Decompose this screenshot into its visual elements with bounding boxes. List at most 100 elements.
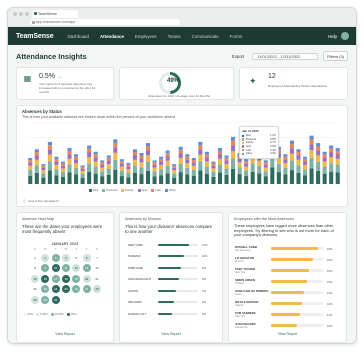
calendar-day[interactable]: 25 (61, 285, 70, 293)
chart-bar-segment[interactable] (113, 147, 118, 153)
chart-bar-segment[interactable] (185, 167, 190, 175)
division-row[interactable]: SAN FRANCISCO 8% (128, 274, 216, 286)
chart-bar-segment[interactable] (145, 143, 151, 147)
calendar-day[interactable]: 14 (93, 264, 101, 272)
chart-bar-segment[interactable] (283, 159, 288, 164)
chart-bar-segment[interactable] (224, 168, 229, 175)
chart-bar-segment[interactable] (204, 157, 209, 162)
chart-bar-segment[interactable] (302, 169, 308, 176)
chart-bar-segment[interactable] (74, 174, 79, 184)
chart-bar-segment[interactable] (47, 145, 52, 150)
chart-bar-segment[interactable] (74, 154, 79, 157)
chart-bar-segment[interactable] (191, 160, 196, 163)
chart-bar-segment[interactable] (145, 155, 151, 162)
chart-bar-segment[interactable] (87, 157, 92, 164)
chart-bar-segment[interactable] (54, 175, 59, 184)
chart-bar-segment[interactable] (185, 163, 190, 168)
chart-bar-segment[interactable] (224, 174, 229, 184)
chart-bar-segment[interactable] (126, 172, 131, 178)
chart-bar-segment[interactable] (54, 164, 59, 170)
chart-bar-segment[interactable] (139, 155, 144, 159)
calendar-day[interactable]: 23 (41, 285, 50, 293)
chart-bar-segment[interactable] (41, 164, 46, 166)
chart-bar-segment[interactable] (60, 171, 66, 177)
absence-bar-chart[interactable] (17, 118, 349, 188)
division-row[interactable]: PHOENIX 10% (128, 251, 216, 263)
chart-bar-segment[interactable] (47, 170, 52, 184)
chart-bar-segment[interactable] (34, 152, 39, 156)
chart-bar-segment[interactable] (106, 160, 111, 165)
calendar-day[interactable]: 3 (51, 253, 60, 262)
chart-bar-segment[interactable] (106, 174, 111, 184)
calendar-day[interactable]: 9 (41, 264, 50, 272)
nav-item-communicate[interactable]: Communicate (192, 34, 219, 39)
chart-bar-segment[interactable] (28, 162, 33, 166)
chart-bar-segment[interactable] (309, 157, 314, 169)
chart-bar-segment[interactable] (316, 150, 321, 156)
chart-bar-segment[interactable] (296, 165, 301, 173)
chart-bar-segment[interactable] (67, 164, 72, 173)
chart-bar-segment[interactable] (211, 163, 216, 166)
chart-bar-segment[interactable] (74, 167, 79, 175)
chart-bar-segment[interactable] (54, 161, 59, 165)
chart-bar-segment[interactable] (217, 172, 223, 184)
chart-bar-segment[interactable] (322, 161, 327, 167)
chart-bar-segment[interactable] (289, 144, 294, 149)
chart-bar-segment[interactable] (172, 165, 177, 168)
chart-bar-segment[interactable] (244, 159, 249, 162)
chart-bar-segment[interactable] (113, 142, 118, 148)
chart-bar-segment[interactable] (244, 170, 249, 177)
chart-bar-segment[interactable] (152, 176, 157, 184)
chart-bar-segment[interactable] (283, 163, 288, 168)
chart-bar-segment[interactable] (289, 148, 294, 154)
chart-bar-segment[interactable] (159, 156, 164, 159)
chart-bar-segment[interactable] (283, 154, 288, 157)
chart-bar-segment[interactable] (47, 161, 52, 171)
chart-bar-segment[interactable] (178, 149, 183, 154)
chart-bar-segment[interactable] (152, 162, 157, 165)
chart-bar-segment[interactable] (185, 154, 190, 157)
calendar-day[interactable]: 10 (51, 264, 60, 272)
chart-bar-segment[interactable] (185, 174, 190, 184)
chart-bar-segment[interactable] (165, 160, 170, 166)
legend-item[interactable]: Late (151, 188, 161, 192)
chart-bar-segment[interactable] (322, 157, 327, 162)
export-button[interactable]: Export (229, 52, 247, 60)
chart-bar-segment[interactable] (100, 162, 105, 165)
legend-item[interactable]: Family (121, 188, 134, 192)
chart-bar-segment[interactable] (172, 164, 177, 166)
help-link[interactable]: Help (328, 34, 337, 39)
chart-bar-segment[interactable] (211, 171, 216, 177)
close-dot-icon[interactable] (13, 12, 17, 16)
employee-row[interactable]: JOSE CARLOS ROMERO Austin 13% (235, 287, 343, 298)
chart-bar-segment[interactable] (263, 167, 268, 172)
chart-bar-segment[interactable] (93, 166, 98, 174)
chart-bar-segment[interactable] (302, 161, 308, 165)
chart-bar-segment[interactable] (106, 168, 111, 175)
chart-bar-segment[interactable] (263, 160, 268, 163)
chart-bar-segment[interactable] (237, 158, 242, 163)
calendar-day[interactable]: 11 (61, 264, 70, 272)
calendar-day[interactable]: 7 (93, 254, 101, 262)
chart-bar-segment[interactable] (283, 174, 288, 184)
employee-row[interactable]: LIZ HOUSTON Phoenix 16% (235, 254, 343, 265)
legend-item[interactable]: Personal (102, 188, 117, 192)
nav-item-teams[interactable]: Teams (168, 34, 181, 39)
chart-bar-segment[interactable] (139, 162, 144, 168)
chart-bar-segment[interactable] (119, 161, 124, 164)
chart-bar-segment[interactable] (211, 161, 216, 164)
chart-footer[interactable]: ⓘ How is this calculated? (23, 199, 59, 203)
chart-bar-segment[interactable] (132, 172, 137, 184)
chart-bar-segment[interactable] (159, 175, 164, 184)
chart-bar-segment[interactable] (93, 151, 98, 155)
chart-bar-segment[interactable] (335, 164, 340, 173)
chart-bar-segment[interactable] (309, 135, 314, 140)
chart-bar-segment[interactable] (165, 173, 170, 184)
chart-bar-segment[interactable] (67, 172, 72, 184)
chart-bar-segment[interactable] (165, 150, 170, 154)
chart-bar-segment[interactable] (185, 156, 190, 160)
calendar-day[interactable]: 20 (82, 274, 91, 283)
chart-bar-segment[interactable] (126, 164, 131, 167)
legend-item[interactable]: Appt (137, 188, 147, 192)
chart-bar-segment[interactable] (41, 165, 46, 168)
